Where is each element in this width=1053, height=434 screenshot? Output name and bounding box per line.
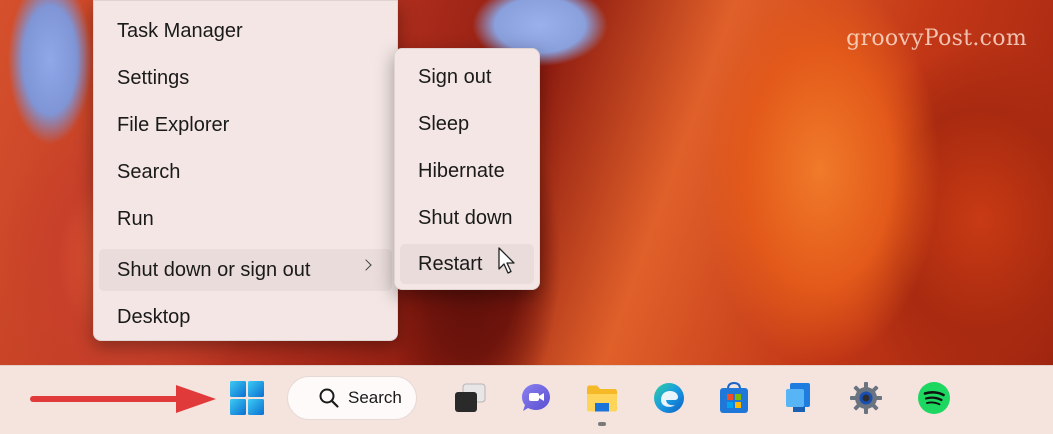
search-label: Search	[348, 388, 402, 407]
teams-chat-button[interactable]	[516, 378, 556, 418]
menu-item-label: Search	[117, 160, 181, 183]
submenu-item-hibernate[interactable]: Hibernate	[400, 151, 534, 191]
task-view-icon	[455, 383, 486, 412]
spotify-button[interactable]	[914, 378, 954, 418]
menu-item-label: Run	[117, 207, 154, 230]
microsoft-store-button[interactable]	[714, 378, 754, 418]
watermark: groovyPost.com	[846, 26, 1027, 51]
submenu-item-label: Hibernate	[418, 159, 505, 182]
chevron-right-icon	[360, 259, 372, 271]
teams-chat-icon	[522, 384, 550, 411]
red-arrow-annotation	[30, 385, 216, 413]
menu-item-desktop[interactable]: Desktop	[99, 297, 392, 337]
menu-item-search[interactable]: Search	[99, 152, 392, 192]
file-explorer-button[interactable]	[582, 378, 622, 418]
settings-button[interactable]	[846, 378, 886, 418]
menu-item-label: Task Manager	[117, 19, 243, 42]
menu-item-settings[interactable]: Settings	[99, 58, 392, 98]
menu-item-label: Shut down or sign out	[117, 258, 311, 281]
submenu-item-sleep[interactable]: Sleep	[400, 104, 534, 144]
submenu-item-label: Restart	[418, 252, 483, 275]
file-explorer-icon	[587, 385, 617, 412]
active-app-indicator	[598, 422, 606, 426]
start-button[interactable]	[227, 378, 267, 418]
mouse-cursor-icon	[498, 247, 515, 274]
menu-item-run[interactable]: Run	[99, 199, 392, 239]
menu-item-task-manager[interactable]: Task Manager	[99, 11, 392, 51]
power-user-menu: Task Manager Settings File Explorer Sear…	[93, 0, 398, 341]
edge-button[interactable]	[649, 378, 689, 418]
submenu-item-label: Shut down	[418, 206, 513, 229]
edge-icon	[654, 383, 684, 413]
settings-icon	[850, 382, 882, 414]
search-icon	[319, 388, 339, 408]
menu-item-label: File Explorer	[117, 113, 230, 136]
spotify-icon	[918, 382, 950, 414]
submenu-item-label: Sleep	[418, 112, 470, 135]
submenu-item-shut-down[interactable]: Shut down	[400, 198, 534, 238]
menu-item-shut-down-or-sign-out[interactable]: Shut down or sign out	[99, 249, 392, 291]
remote-desktop-button[interactable]	[779, 378, 819, 418]
task-view-button[interactable]	[450, 378, 490, 418]
shutdown-submenu: Sign out Sleep Hibernate Shut down Resta…	[394, 48, 540, 290]
submenu-item-sign-out[interactable]: Sign out	[400, 57, 534, 97]
menu-item-file-explorer[interactable]: File Explorer	[99, 105, 392, 145]
taskbar-search-box[interactable]: Search	[287, 376, 417, 420]
submenu-item-label: Sign out	[418, 65, 492, 88]
menu-item-label: Settings	[117, 66, 190, 89]
microsoft-store-icon	[720, 381, 748, 413]
windows-logo-icon	[230, 381, 264, 415]
remote-desktop-icon	[786, 383, 810, 412]
menu-item-label: Desktop	[117, 305, 191, 328]
